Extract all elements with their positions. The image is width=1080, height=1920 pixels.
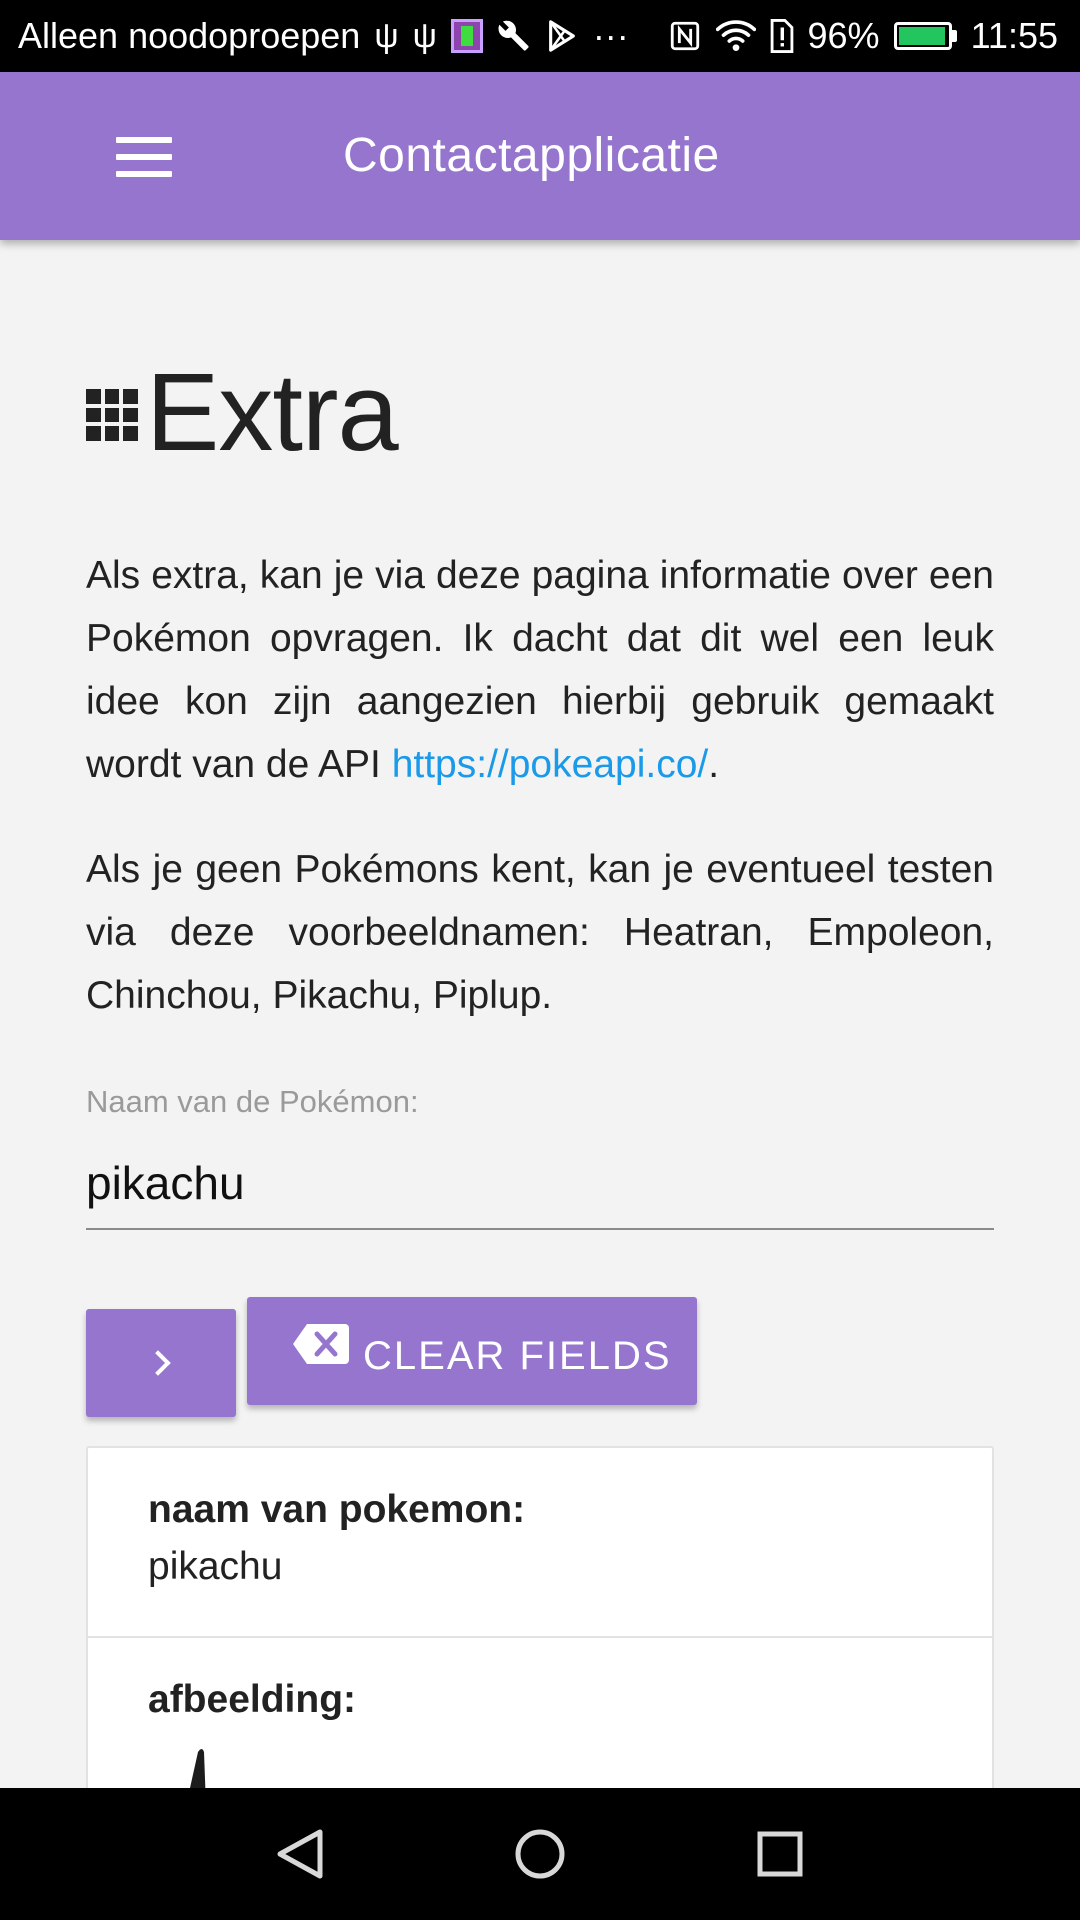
- examples-paragraph: Als je geen Pokémons kent, kan je eventu…: [86, 848, 994, 1017]
- system-nav-bar: [0, 1788, 1080, 1920]
- battery-icon: [893, 22, 957, 50]
- carrier-text: Alleen noodoproepen: [18, 15, 361, 56]
- usb-debug-icon: ψ: [412, 16, 437, 55]
- recents-icon: [757, 1831, 803, 1877]
- pokemon-name-label: Naam van de Pokémon:: [86, 1084, 419, 1119]
- page-title: Extra: [146, 351, 399, 474]
- backspace-icon: [293, 1324, 349, 1364]
- apps-icon: [86, 389, 138, 441]
- recents-button[interactable]: [750, 1824, 810, 1884]
- pokemon-name-input[interactable]: [86, 1138, 994, 1230]
- pokeapi-link[interactable]: https://pokeapi.co/: [392, 743, 709, 786]
- play-store-icon: [545, 19, 579, 53]
- home-button[interactable]: [510, 1824, 570, 1884]
- intro-end: .: [708, 743, 720, 786]
- battery-level: [898, 27, 945, 45]
- result-row-image: afbeelding:: [88, 1636, 992, 1806]
- clear-fields-button[interactable]: CLEAR FIELDS: [247, 1297, 697, 1405]
- sim-alert-icon: [770, 19, 794, 53]
- menu-button[interactable]: [100, 124, 188, 190]
- clock: 11:55: [970, 15, 1058, 56]
- app-bar: Contactapplicatie: [0, 72, 1080, 240]
- usb-icon: ψ: [374, 16, 399, 55]
- status-bar: Alleen noodoproepen ψ ψ ··· 96% 11:55: [0, 0, 1080, 72]
- wifi-icon: [715, 19, 756, 53]
- app-notification-icon: [450, 19, 483, 53]
- submit-button[interactable]: [86, 1309, 236, 1417]
- result-key: afbeelding:: [148, 1678, 357, 1721]
- hamburger-icon: [116, 137, 172, 177]
- more-notifications-icon: ···: [592, 15, 629, 56]
- clear-fields-label: CLEAR FIELDS: [363, 1333, 672, 1378]
- nfc-icon: [668, 18, 702, 54]
- back-button[interactable]: [270, 1824, 330, 1884]
- page-heading: Extra: [86, 351, 399, 474]
- result-row-name: naam van pokemon: pikachu: [88, 1448, 992, 1636]
- app-title: Contactapplicatie: [343, 129, 720, 182]
- intro-paragraph: Als extra, kan je via deze pagina inform…: [86, 544, 994, 796]
- home-icon: [515, 1829, 565, 1879]
- back-icon: [277, 1829, 323, 1879]
- result-value: pikachu: [148, 1545, 283, 1588]
- wrench-icon: [497, 19, 531, 53]
- battery-percent: 96%: [807, 15, 880, 56]
- result-key: naam van pokemon:: [148, 1488, 526, 1531]
- chevron-right-icon: [145, 1350, 171, 1376]
